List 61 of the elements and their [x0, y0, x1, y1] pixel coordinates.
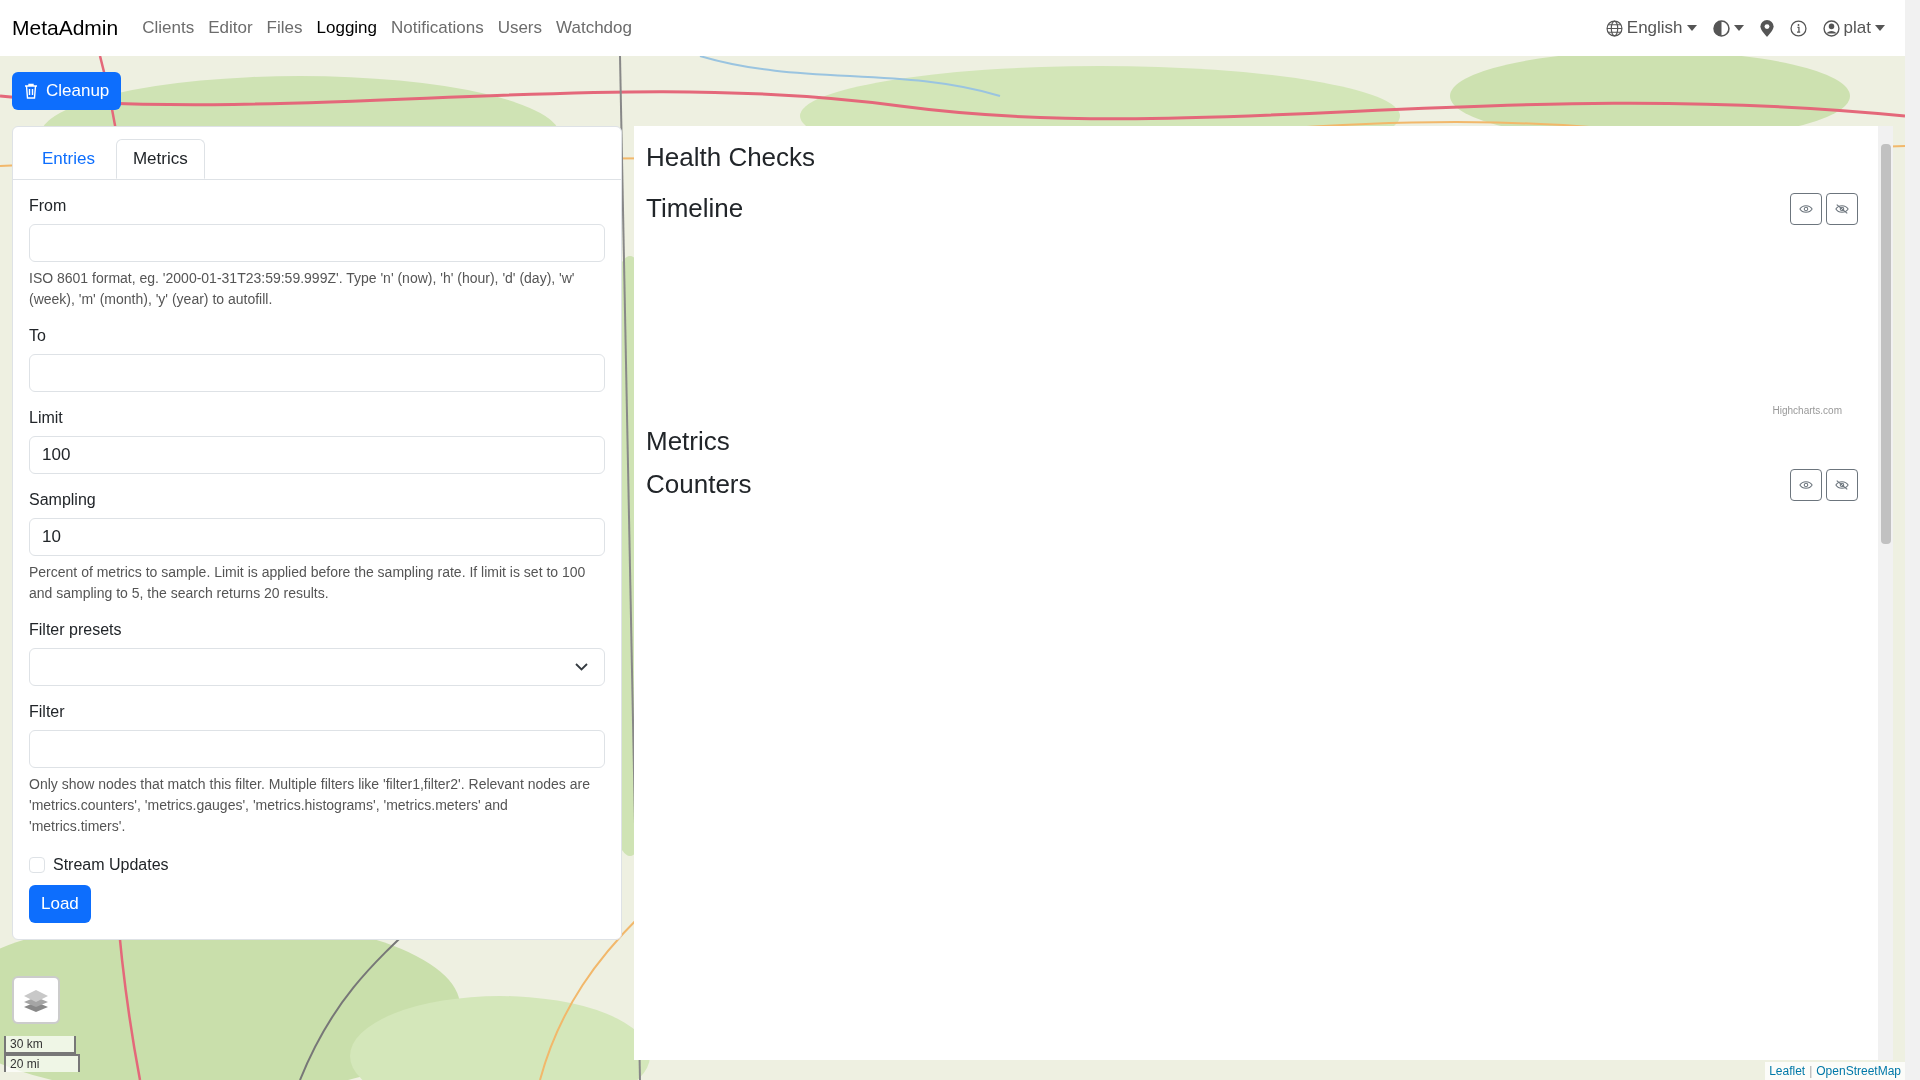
chevron-down-icon	[575, 663, 588, 671]
field-label: From	[29, 196, 68, 216]
nav-link[interactable]: Editor	[208, 15, 253, 41]
input-field[interactable]	[29, 354, 605, 392]
help-text: Percent of metrics to sample. Limit is applied before the sampling rate. If limit is set to 100 and sampling to 5, the search returns 20 results.	[29, 563, 587, 603]
checkbox[interactable]	[29, 857, 45, 873]
separator: |	[1809, 1063, 1813, 1080]
chart-title: Timeline	[646, 192, 744, 225]
section-heading: Metrics	[646, 425, 731, 458]
chart-credit[interactable]: Highcharts.com	[1772, 403, 1842, 418]
select-field[interactable]	[29, 648, 605, 686]
caret-icon	[1733, 25, 1744, 31]
nav-link[interactable]: Watchdog	[556, 15, 632, 41]
layers-button[interactable]	[12, 976, 60, 1024]
nav-link[interactable]: Notifications	[391, 15, 484, 41]
input-field[interactable]	[29, 730, 605, 768]
hide-button[interactable]	[1826, 192, 1858, 225]
tab[interactable]: Metrics	[115, 139, 205, 179]
location-pin-icon[interactable]	[1759, 19, 1774, 37]
info-icon[interactable]	[1789, 19, 1807, 37]
field-label: Filter	[29, 702, 66, 722]
scale-bar: 30 km	[4, 1036, 76, 1054]
attribution-link[interactable]: OpenStreetMap	[1816, 1062, 1901, 1080]
theme-menu[interactable]	[1712, 19, 1744, 37]
nav-link[interactable]: Logging	[316, 15, 378, 41]
caret-icon	[1686, 25, 1697, 31]
tab[interactable]: Entries	[25, 139, 112, 179]
input-field[interactable]: 100	[29, 436, 605, 474]
eye-icon	[1799, 479, 1813, 490]
user-menu[interactable]: plat	[1822, 15, 1885, 41]
hide-button[interactable]	[1826, 468, 1858, 501]
cleanup-button[interactable]: Cleanup	[12, 72, 122, 110]
input-field[interactable]: 10	[29, 518, 605, 556]
load-button[interactable]: Load	[29, 885, 91, 923]
field-label: Sampling	[29, 490, 97, 510]
brand-name[interactable]: MetaAdmin	[12, 12, 119, 44]
globe-icon	[1605, 19, 1623, 37]
checkbox-label: Stream Updates	[53, 855, 169, 875]
contrast-icon	[1712, 19, 1730, 37]
field-label: Filter presets	[29, 620, 123, 640]
nav-link[interactable]: Users	[497, 15, 543, 41]
eye-slash-icon	[1835, 202, 1849, 215]
nav-link[interactable]: Clients	[142, 15, 195, 41]
language-menu[interactable]: English	[1605, 15, 1697, 41]
show-button[interactable]	[1790, 468, 1822, 501]
show-button[interactable]	[1790, 192, 1822, 225]
user-icon	[1822, 19, 1840, 37]
trash-icon	[24, 83, 38, 99]
input-field[interactable]	[29, 224, 605, 262]
help-text: Only show nodes that match this filter. Multiple filters like 'filter1,filter2'. Relevant nodes are 'metrics.counters', 'metrics.gauges', 'metrics.histograms', 'metrics.meters' and 'metrics.timers'.	[29, 775, 591, 836]
attribution-link[interactable]: Leaflet	[1769, 1062, 1806, 1080]
help-text: ISO 8601 format, eg. '2000-01-31T23:59:59.999Z'. Type 'n' (now), 'h' (hour), 'd' (day), 'w' (week), 'm' (month), 'y' (year) to autofill.	[29, 269, 576, 309]
eye-icon	[1799, 203, 1813, 214]
field-label: Limit	[29, 408, 64, 428]
scale-bar: 20 mi	[4, 1054, 80, 1072]
chart-title: Counters	[646, 468, 752, 501]
field-label: To	[29, 326, 47, 346]
caret-icon	[1875, 25, 1885, 31]
section-heading: Health Checks	[646, 141, 817, 174]
eye-slash-icon	[1835, 478, 1849, 491]
nav-link[interactable]: Files	[266, 15, 303, 41]
